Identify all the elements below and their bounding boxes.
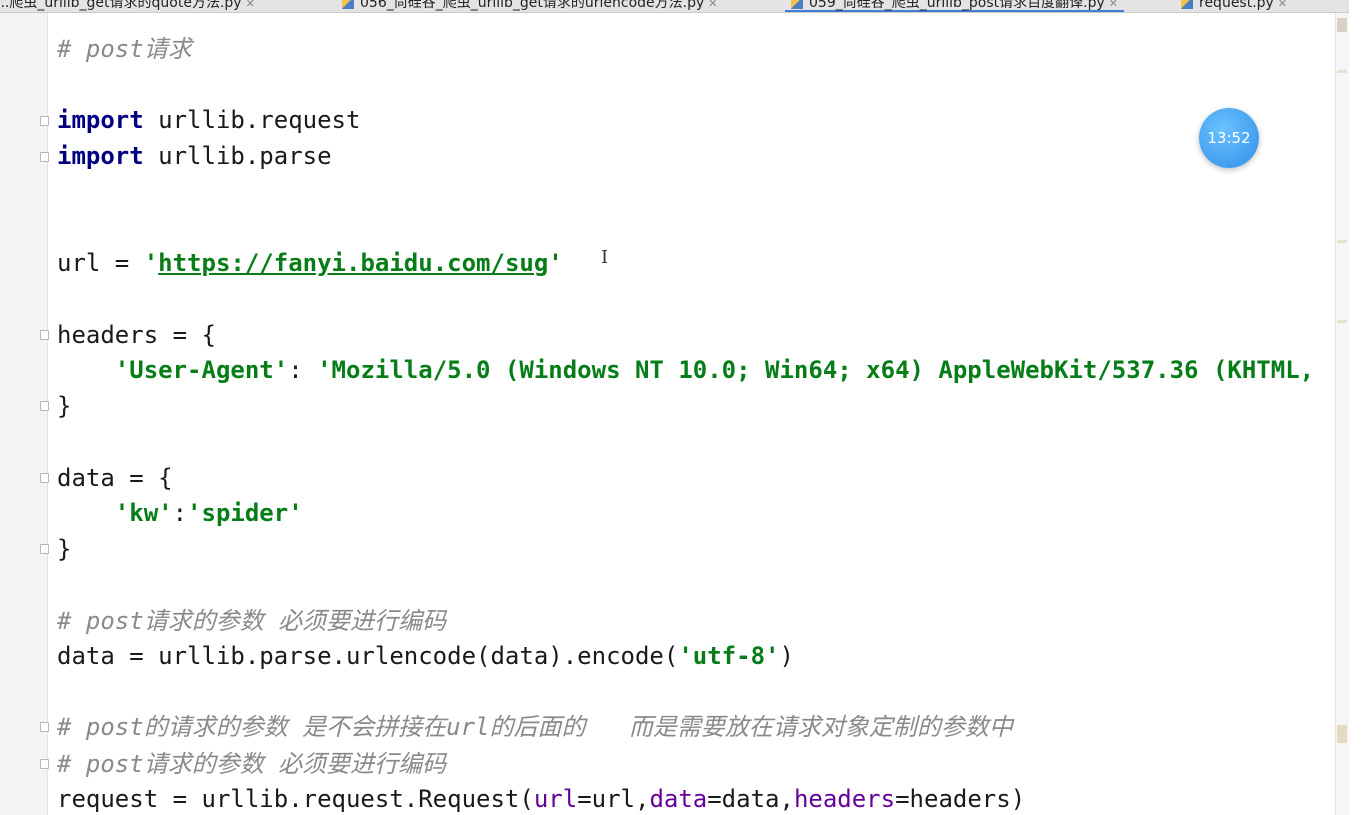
- arg-url: =url,: [577, 785, 650, 813]
- scrollbar-marker: [1337, 725, 1347, 743]
- code-line-user-agent: 'User-Agent': 'Mozilla/5.0 (Windows NT 1…: [57, 355, 1314, 385]
- scrollbar-marker: [1337, 320, 1347, 323]
- code-line-comment: # post请求: [57, 35, 192, 63]
- keyword-import: import: [57, 142, 144, 170]
- param-headers: headers: [793, 785, 896, 813]
- url-assign: url =: [57, 249, 144, 277]
- tab-label: 056_尚硅谷_爬虫_urllib_get请求的urlencode方法.py: [360, 0, 705, 11]
- param-data: data: [649, 785, 708, 813]
- python-file-icon: [1181, 0, 1193, 9]
- python-file-icon: [342, 0, 354, 9]
- colon: :: [288, 356, 318, 384]
- editor-tab-bar: ...爬虫_urllib_get请求的quote方法.py ✕ 056_尚硅谷_爬…: [0, 0, 1369, 13]
- fold-marker-icon[interactable]: [40, 759, 49, 769]
- string-kw-key: 'kw': [114, 499, 173, 527]
- string-user-agent-value: 'Mozilla/5.0 (Windows NT 10.0; Win64; x6…: [317, 356, 1315, 384]
- scrollbar-marker: [1337, 70, 1347, 73]
- close-icon[interactable]: ✕: [1109, 0, 1118, 10]
- fold-marker-icon[interactable]: [40, 544, 49, 554]
- code-line-data-close: }: [57, 535, 72, 563]
- keyword-import: import: [57, 106, 144, 134]
- request-call: request = urllib.request.Request(: [57, 785, 534, 813]
- tab-label: 059_尚硅谷_爬虫_urllib_post请求百度翻译.py: [809, 0, 1105, 11]
- tab-label: request.py: [1199, 0, 1274, 11]
- editor-gutter[interactable]: [0, 13, 48, 815]
- arg-headers: =headers): [895, 785, 1026, 813]
- scrollbar-marker: [1337, 240, 1347, 243]
- param-url: url: [533, 785, 578, 813]
- close-icon[interactable]: ✕: [708, 0, 717, 10]
- import-target: urllib.parse: [143, 142, 332, 170]
- tab-label: ...爬虫_urllib_get请求的quote方法.py: [0, 0, 242, 11]
- code-line-url: url = 'https://fanyi.baidu.com/sug': [57, 248, 563, 278]
- tab-post-baidu-translate[interactable]: 059_尚硅谷_爬虫_urllib_post请求百度翻译.py ✕: [785, 0, 1124, 12]
- code-line-headers-close: }: [57, 392, 72, 420]
- url-link[interactable]: https://fanyi.baidu.com/sug: [158, 249, 548, 277]
- arg-data: =data,: [707, 785, 794, 813]
- string-user-agent-key: 'User-Agent': [114, 356, 289, 384]
- tab-quote-method[interactable]: ...爬虫_urllib_get请求的quote方法.py ✕: [0, 0, 261, 12]
- code-line-urlencode: data = urllib.parse.urlencode(data).enco…: [57, 641, 794, 671]
- scrollbar-thumb[interactable]: [1337, 18, 1347, 32]
- colon: :: [172, 499, 188, 527]
- code-line-headers-open: headers = {: [57, 321, 216, 349]
- code-line-comment-url-note: # post的请求的参数 是不会拼接在url的后面的 而是需要放在请求对象定制的…: [57, 713, 1013, 741]
- fold-marker-icon[interactable]: [40, 722, 49, 732]
- fold-marker-icon[interactable]: [40, 401, 49, 411]
- code-line-comment-encode: # post请求的参数 必须要进行编码: [57, 607, 447, 635]
- string-kw-value: 'spider': [187, 499, 303, 527]
- fold-marker-icon[interactable]: [40, 152, 49, 162]
- urlencode-call: data = urllib.parse.urlencode(data).enco…: [57, 642, 679, 670]
- code-line-comment-encode-2: # post请求的参数 必须要进行编码: [57, 750, 447, 778]
- fold-marker-icon[interactable]: [40, 473, 49, 483]
- text-cursor-icon: I: [601, 247, 609, 268]
- string-quote: ': [143, 249, 159, 277]
- code-line-import-request: import urllib.request: [57, 105, 360, 135]
- close-icon[interactable]: ✕: [1278, 0, 1287, 10]
- code-line-data-open: data = {: [57, 464, 173, 492]
- string-quote: ': [548, 249, 563, 277]
- code-line-data-kw: 'kw':'spider': [57, 498, 303, 528]
- tab-request-py[interactable]: request.py ✕: [1175, 0, 1293, 12]
- python-file-icon: [791, 0, 803, 9]
- timer-badge[interactable]: 13:52: [1199, 108, 1259, 168]
- window-edge: [1349, 0, 1369, 815]
- close-paren: ): [779, 642, 794, 670]
- code-line-import-parse: import urllib.parse: [57, 141, 332, 171]
- code-line-request: request = urllib.request.Request(url=url…: [57, 784, 1025, 814]
- string-utf8: 'utf-8': [678, 642, 780, 670]
- import-target: urllib.request: [143, 106, 361, 134]
- vertical-scrollbar[interactable]: [1335, 13, 1350, 815]
- close-icon[interactable]: ✕: [246, 0, 255, 10]
- fold-marker-icon[interactable]: [40, 330, 49, 340]
- fold-marker-icon[interactable]: [40, 116, 49, 126]
- tab-urlencode-method[interactable]: 056_尚硅谷_爬虫_urllib_get请求的urlencode方法.py ✕: [336, 0, 724, 12]
